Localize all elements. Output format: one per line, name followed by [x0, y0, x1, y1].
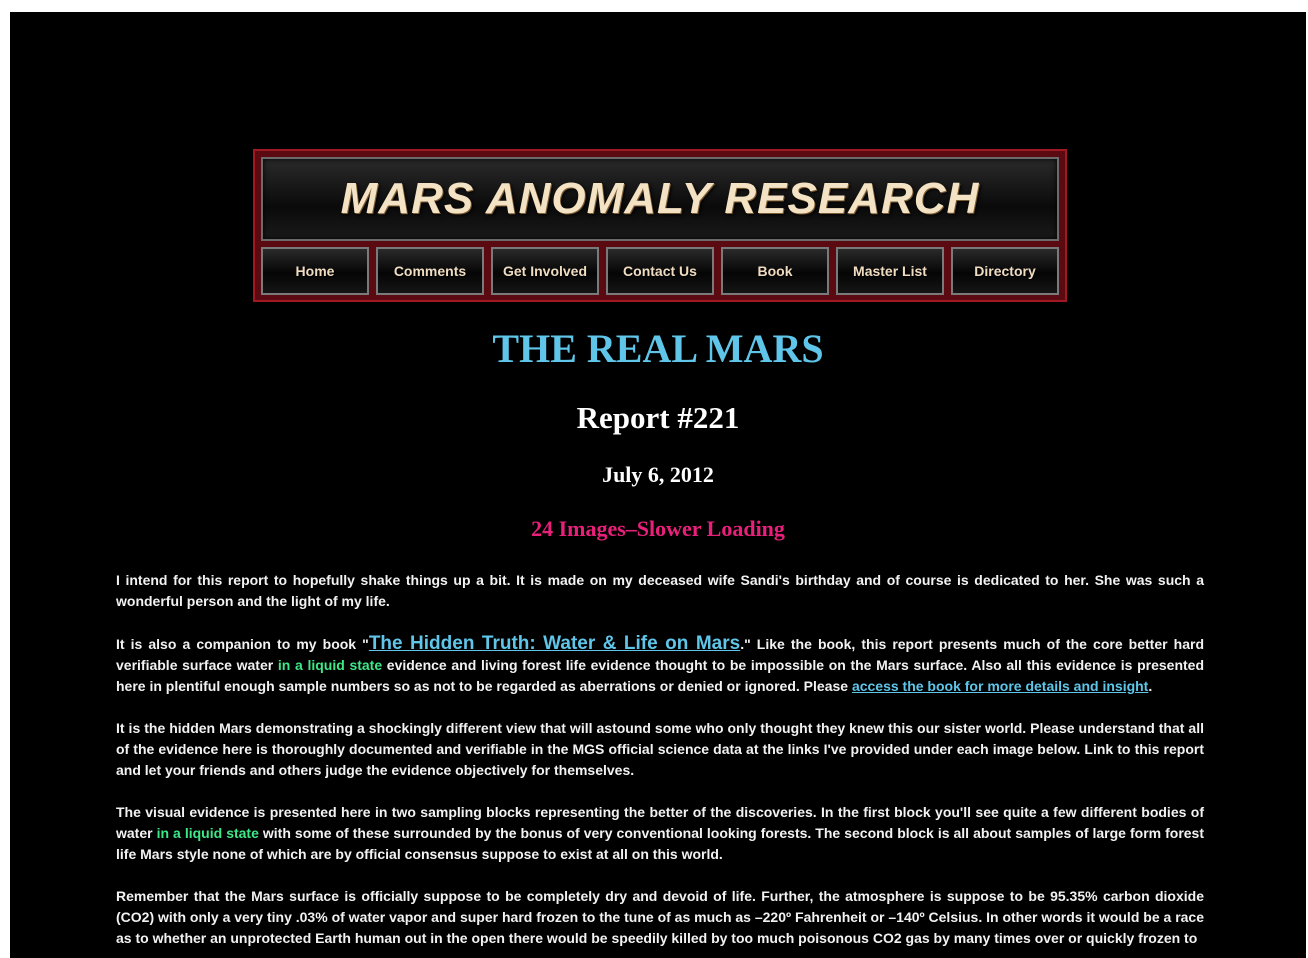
- nav-label: Contact Us: [623, 263, 697, 279]
- banner-title-box[interactable]: MARS ANOMALY RESEARCH: [261, 157, 1059, 241]
- report-number: Report #221: [576, 400, 740, 435]
- liquid-state-highlight: in a liquid state: [156, 825, 259, 841]
- text-segment: .: [1148, 678, 1153, 694]
- liquid-state-highlight: in a liquid state: [277, 657, 383, 673]
- loading-note: 24 Images–Slower Loading: [531, 516, 785, 541]
- paragraph-book: It is also a companion to my book "The H…: [116, 633, 1204, 697]
- nav-label: Home: [295, 263, 335, 279]
- nav-bar: Home Comments Get Involved Contact Us Bo…: [261, 247, 1059, 295]
- nav-master-list-button[interactable]: Master List: [836, 247, 944, 295]
- site-banner: MARS ANOMALY RESEARCH Home Comments Get …: [253, 149, 1067, 302]
- nav-directory-button[interactable]: Directory: [951, 247, 1059, 295]
- text-segment: with some of these surrounded by the bon…: [116, 825, 1204, 862]
- paragraph-atmosphere: Remember that the Mars surface is offici…: [116, 888, 1204, 946]
- nav-home-button[interactable]: Home: [261, 247, 369, 295]
- nav-label: Directory: [974, 263, 1036, 279]
- access-book-link[interactable]: access the book for more details and ins…: [852, 678, 1148, 694]
- paragraph-intro: I intend for this report to hopefully sh…: [116, 572, 1204, 609]
- site-title: MARS ANOMALY RESEARCH: [340, 174, 980, 223]
- nav-contact-us-button[interactable]: Contact Us: [606, 247, 714, 295]
- nav-label: Book: [757, 263, 793, 279]
- page: MARS ANOMALY RESEARCH Home Comments Get …: [10, 12, 1306, 958]
- report-date: July 6, 2012: [602, 462, 714, 487]
- nav-get-involved-button[interactable]: Get Involved: [491, 247, 599, 295]
- nav-label: Get Involved: [502, 263, 588, 279]
- nav-label: Comments: [393, 263, 467, 279]
- book-title-link[interactable]: The Hidden Truth: Water & Life on Mars: [369, 633, 740, 654]
- paragraph-hidden-mars: It is the hidden Mars demonstrating a sh…: [116, 720, 1204, 778]
- page-title: THE REAL MARS: [492, 326, 824, 371]
- nav-comments-button[interactable]: Comments: [376, 247, 484, 295]
- paragraph-visual-evidence: The visual evidence is presented here in…: [116, 802, 1204, 865]
- nav-book-button[interactable]: Book: [721, 247, 829, 295]
- text-segment: It is also a companion to my book ": [116, 636, 369, 652]
- nav-label: Master List: [853, 263, 927, 279]
- report-body: I intend for this report to hopefully sh…: [116, 570, 1204, 958]
